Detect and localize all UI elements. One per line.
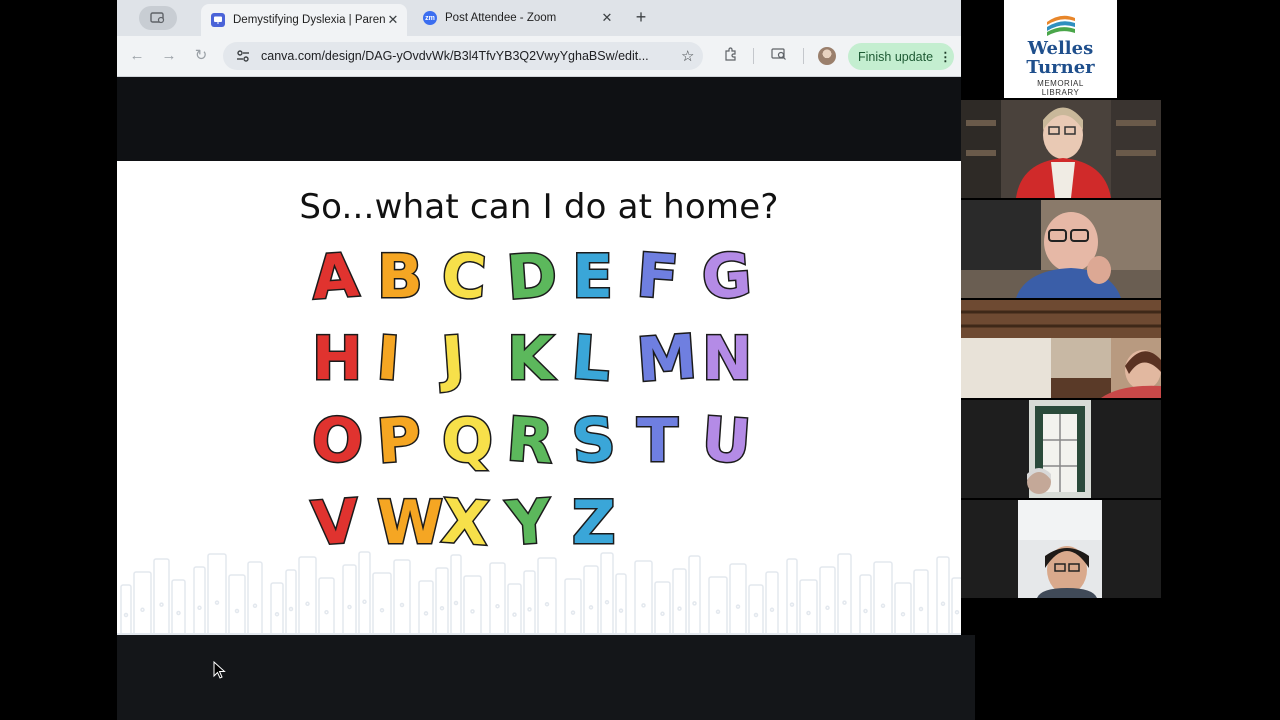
alphabet-letters: ABCDEFG HIJKLMN OPQRSTU VWXYZ	[307, 239, 755, 561]
tab-title: Post Attendee - Zoom	[445, 12, 557, 24]
letter-y: Y	[503, 485, 554, 561]
bookmark-star-icon[interactable]: ☆	[681, 47, 694, 65]
letter-f: F	[633, 239, 682, 315]
letter-o: O	[308, 403, 367, 479]
mouse-pointer-icon	[213, 661, 226, 679]
canva-presentation-icon	[211, 13, 225, 27]
logo-text-library: LIBRARY	[1041, 88, 1080, 97]
extensions-icon[interactable]	[721, 46, 741, 66]
tab-search-icon	[150, 12, 165, 24]
slide-title: So...what can I do at home?	[299, 187, 779, 227]
logo-text-memorial: MEMORIAL	[1037, 79, 1084, 88]
letter-x: X	[438, 485, 492, 561]
forward-arrow-icon[interactable]: →	[159, 46, 179, 66]
letter-v: V	[308, 485, 362, 561]
letter-l: L	[568, 321, 614, 396]
logo-text-welles: Welles	[1027, 38, 1094, 59]
back-arrow-icon[interactable]: ←	[127, 46, 147, 66]
letter-g: G	[698, 239, 755, 315]
letter-j: J	[438, 322, 468, 396]
participant-video-5[interactable]	[961, 500, 1161, 598]
letter-p: P	[373, 403, 425, 479]
tab-strip: Demystifying Dyslexia | Paren ✕ zm Post …	[117, 0, 961, 36]
letter-k: K	[506, 324, 555, 394]
finish-update-button[interactable]: Finish update ⋮	[848, 43, 954, 70]
tab-demystifying-dyslexia[interactable]: Demystifying Dyslexia | Paren ✕	[201, 4, 407, 36]
letter-a: A	[308, 239, 362, 315]
letter-e: E	[571, 242, 615, 312]
letter-m: M	[633, 321, 700, 398]
letter-u: U	[698, 403, 754, 479]
browser-window: Demystifying Dyslexia | Paren ✕ zm Post …	[117, 0, 975, 720]
letter-t: T	[636, 406, 680, 476]
profile-avatar[interactable]	[818, 47, 836, 65]
participant-video-4[interactable]	[961, 400, 1161, 498]
more-vert-icon: ⋮	[939, 50, 952, 64]
tab-title: Demystifying Dyslexia | Paren	[233, 14, 385, 26]
browser-toolbar: ← → ↻ canva.com/design/DAG-yOvdvWk/B3l4T…	[117, 36, 961, 77]
url-text: canva.com/design/DAG-yOvdvWk/B3l4TfvYB3Q…	[261, 49, 649, 63]
letter-z: Z	[571, 488, 617, 558]
participant-video-2[interactable]	[961, 200, 1161, 298]
letter-w: W	[375, 488, 444, 558]
finish-update-label: Finish update	[858, 49, 934, 64]
logo-text-turner: Turner	[1026, 57, 1095, 78]
address-bar[interactable]: canva.com/design/DAG-yOvdvWk/B3l4TfvYB3Q…	[223, 42, 703, 70]
letter-c: C	[438, 239, 490, 315]
participant-video-1[interactable]	[961, 100, 1161, 198]
presentation-slide: So...what can I do at home? ABCDEFG HIJKL…	[117, 161, 961, 635]
tab-post-attendee-zoom[interactable]: zm Post Attendee - Zoom ✕	[413, 4, 621, 32]
screen: Demystifying Dyslexia | Paren ✕ zm Post …	[0, 0, 1280, 720]
letter-d: D	[503, 239, 561, 315]
letter-n: N	[700, 324, 753, 394]
letter-s: S	[568, 403, 619, 479]
tab-search-button[interactable]	[139, 6, 177, 30]
library-logo-mark	[1047, 15, 1075, 36]
letter-q: Q	[440, 406, 494, 476]
toolbar-divider	[753, 48, 754, 64]
letter-b: B	[376, 242, 425, 312]
letter-r: R	[503, 403, 557, 479]
close-tab-icon[interactable]: ✕	[599, 10, 615, 26]
new-tab-plus-icon[interactable]: +	[631, 8, 651, 28]
site-settings-icon[interactable]	[235, 48, 251, 64]
library-logo: Welles Turner MEMORIAL LIBRARY	[1004, 0, 1117, 98]
canva-workspace-background	[117, 635, 975, 720]
participant-video-3[interactable]	[961, 300, 1161, 398]
cast-search-icon[interactable]	[769, 46, 789, 66]
letter-i: I	[373, 322, 403, 396]
letter-h: H	[310, 324, 363, 394]
close-tab-icon[interactable]: ✕	[385, 12, 401, 28]
bookshelf-decoration	[117, 551, 961, 635]
toolbar-divider	[803, 48, 804, 64]
zoom-icon: zm	[423, 11, 437, 25]
reload-icon[interactable]: ↻	[191, 46, 211, 66]
